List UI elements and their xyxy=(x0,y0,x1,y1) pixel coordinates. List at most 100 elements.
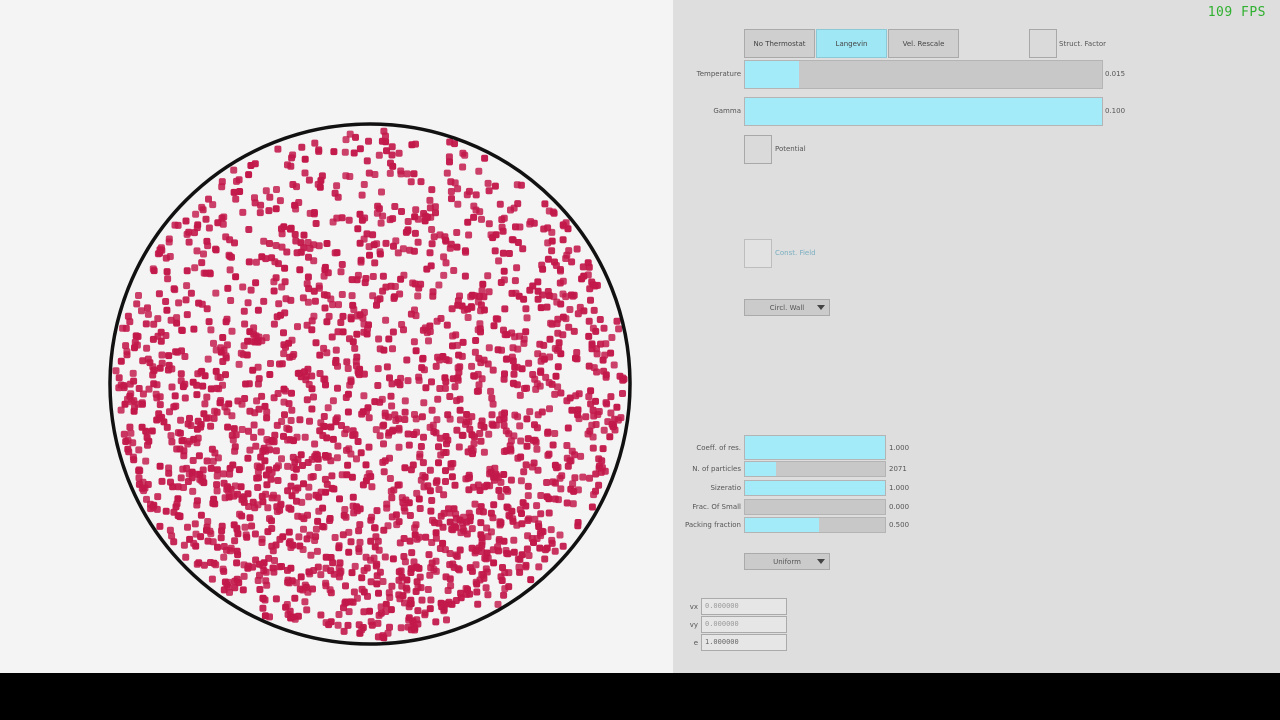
n-particles-slider[interactable] xyxy=(744,461,886,477)
particle xyxy=(191,520,199,528)
particle xyxy=(213,481,221,489)
wall-type-dropdown[interactable]: Circl. Wall xyxy=(744,299,830,316)
particle xyxy=(490,501,498,509)
coeff-res-value: 1.000 xyxy=(889,444,910,452)
const-field-checkbox[interactable] xyxy=(744,239,772,268)
particle xyxy=(522,563,530,571)
particle xyxy=(156,462,164,470)
particle xyxy=(207,464,215,472)
particle xyxy=(347,376,355,384)
particle xyxy=(527,576,535,584)
particle xyxy=(541,200,549,208)
sizeratio-slider[interactable] xyxy=(744,480,886,496)
particle xyxy=(360,181,368,188)
particle xyxy=(261,402,269,410)
particle xyxy=(382,239,390,247)
particle xyxy=(272,595,280,603)
particle xyxy=(425,551,433,559)
struct-factor-checkbox[interactable] xyxy=(1029,29,1057,58)
particle xyxy=(239,283,247,291)
vy-field[interactable]: 0.000000 xyxy=(701,616,787,633)
particle xyxy=(435,281,443,289)
particle xyxy=(485,220,493,228)
particle xyxy=(429,292,437,300)
particle xyxy=(193,391,201,399)
particle xyxy=(123,351,131,359)
particle xyxy=(516,422,524,430)
particle xyxy=(465,231,473,239)
langevin-button[interactable]: Langevin xyxy=(816,29,887,58)
particle xyxy=(307,551,315,559)
particle xyxy=(426,322,434,330)
particle xyxy=(401,416,409,423)
vx-field[interactable]: 0.000000 xyxy=(701,598,787,615)
particle xyxy=(176,429,184,437)
particle xyxy=(566,394,574,402)
packing-fraction-label: Packing fraction xyxy=(684,521,741,529)
particle xyxy=(545,509,553,517)
particle xyxy=(365,243,373,251)
no-thermostat-button[interactable]: No Thermostat xyxy=(744,29,815,58)
particle xyxy=(401,397,409,405)
particle xyxy=(357,258,365,266)
temperature-slider-fill xyxy=(745,61,799,88)
particle xyxy=(278,455,285,463)
particle xyxy=(355,548,363,555)
particle xyxy=(417,280,425,288)
coeff-res-slider[interactable] xyxy=(744,435,886,460)
particle xyxy=(271,258,279,266)
potential-checkbox[interactable] xyxy=(744,135,772,164)
particle xyxy=(222,233,230,241)
sizeratio-slider-fill xyxy=(745,481,885,495)
particle xyxy=(580,307,588,315)
particle xyxy=(426,423,434,431)
sizeratio-label: Sizeratio xyxy=(710,484,741,492)
packing-fraction-slider[interactable] xyxy=(744,517,886,533)
particle xyxy=(291,201,299,209)
frac-small-slider[interactable] xyxy=(744,499,886,515)
particle xyxy=(613,317,621,325)
e-field[interactable]: 1.000000 xyxy=(701,634,787,651)
distribution-dropdown[interactable]: Uniform xyxy=(744,553,830,570)
packing-fraction-value: 0.500 xyxy=(889,521,910,529)
particle xyxy=(528,535,536,542)
particle xyxy=(220,553,228,561)
particle xyxy=(379,633,387,641)
particle xyxy=(563,251,571,259)
particle xyxy=(324,404,332,412)
particle xyxy=(262,334,270,342)
particle xyxy=(452,331,460,339)
gamma-slider[interactable] xyxy=(744,97,1103,126)
particle xyxy=(419,459,427,467)
particle xyxy=(461,151,469,159)
particle xyxy=(577,452,585,460)
particle xyxy=(300,244,308,252)
particle xyxy=(338,261,346,268)
particle xyxy=(608,334,616,341)
particle xyxy=(179,383,187,391)
particle xyxy=(115,374,123,382)
particle xyxy=(278,230,286,238)
particle xyxy=(472,191,480,199)
particle xyxy=(527,218,535,226)
particle xyxy=(498,216,506,224)
particle xyxy=(190,325,198,333)
particle xyxy=(314,464,322,471)
particle xyxy=(308,326,316,334)
particle xyxy=(203,457,211,465)
particle xyxy=(328,333,336,341)
simulation-view[interactable] xyxy=(0,0,673,673)
particle xyxy=(390,295,398,302)
particle xyxy=(294,369,302,377)
particle xyxy=(453,426,461,434)
temperature-slider[interactable] xyxy=(744,60,1103,89)
particle xyxy=(474,370,482,378)
simulation-canvas[interactable] xyxy=(0,0,673,673)
particle xyxy=(348,292,356,300)
particle xyxy=(324,452,332,460)
vel-rescale-button[interactable]: Vel. Rescale xyxy=(888,29,959,58)
particle xyxy=(588,345,596,353)
particle xyxy=(207,385,215,393)
particle xyxy=(411,626,419,634)
particle xyxy=(255,333,263,341)
